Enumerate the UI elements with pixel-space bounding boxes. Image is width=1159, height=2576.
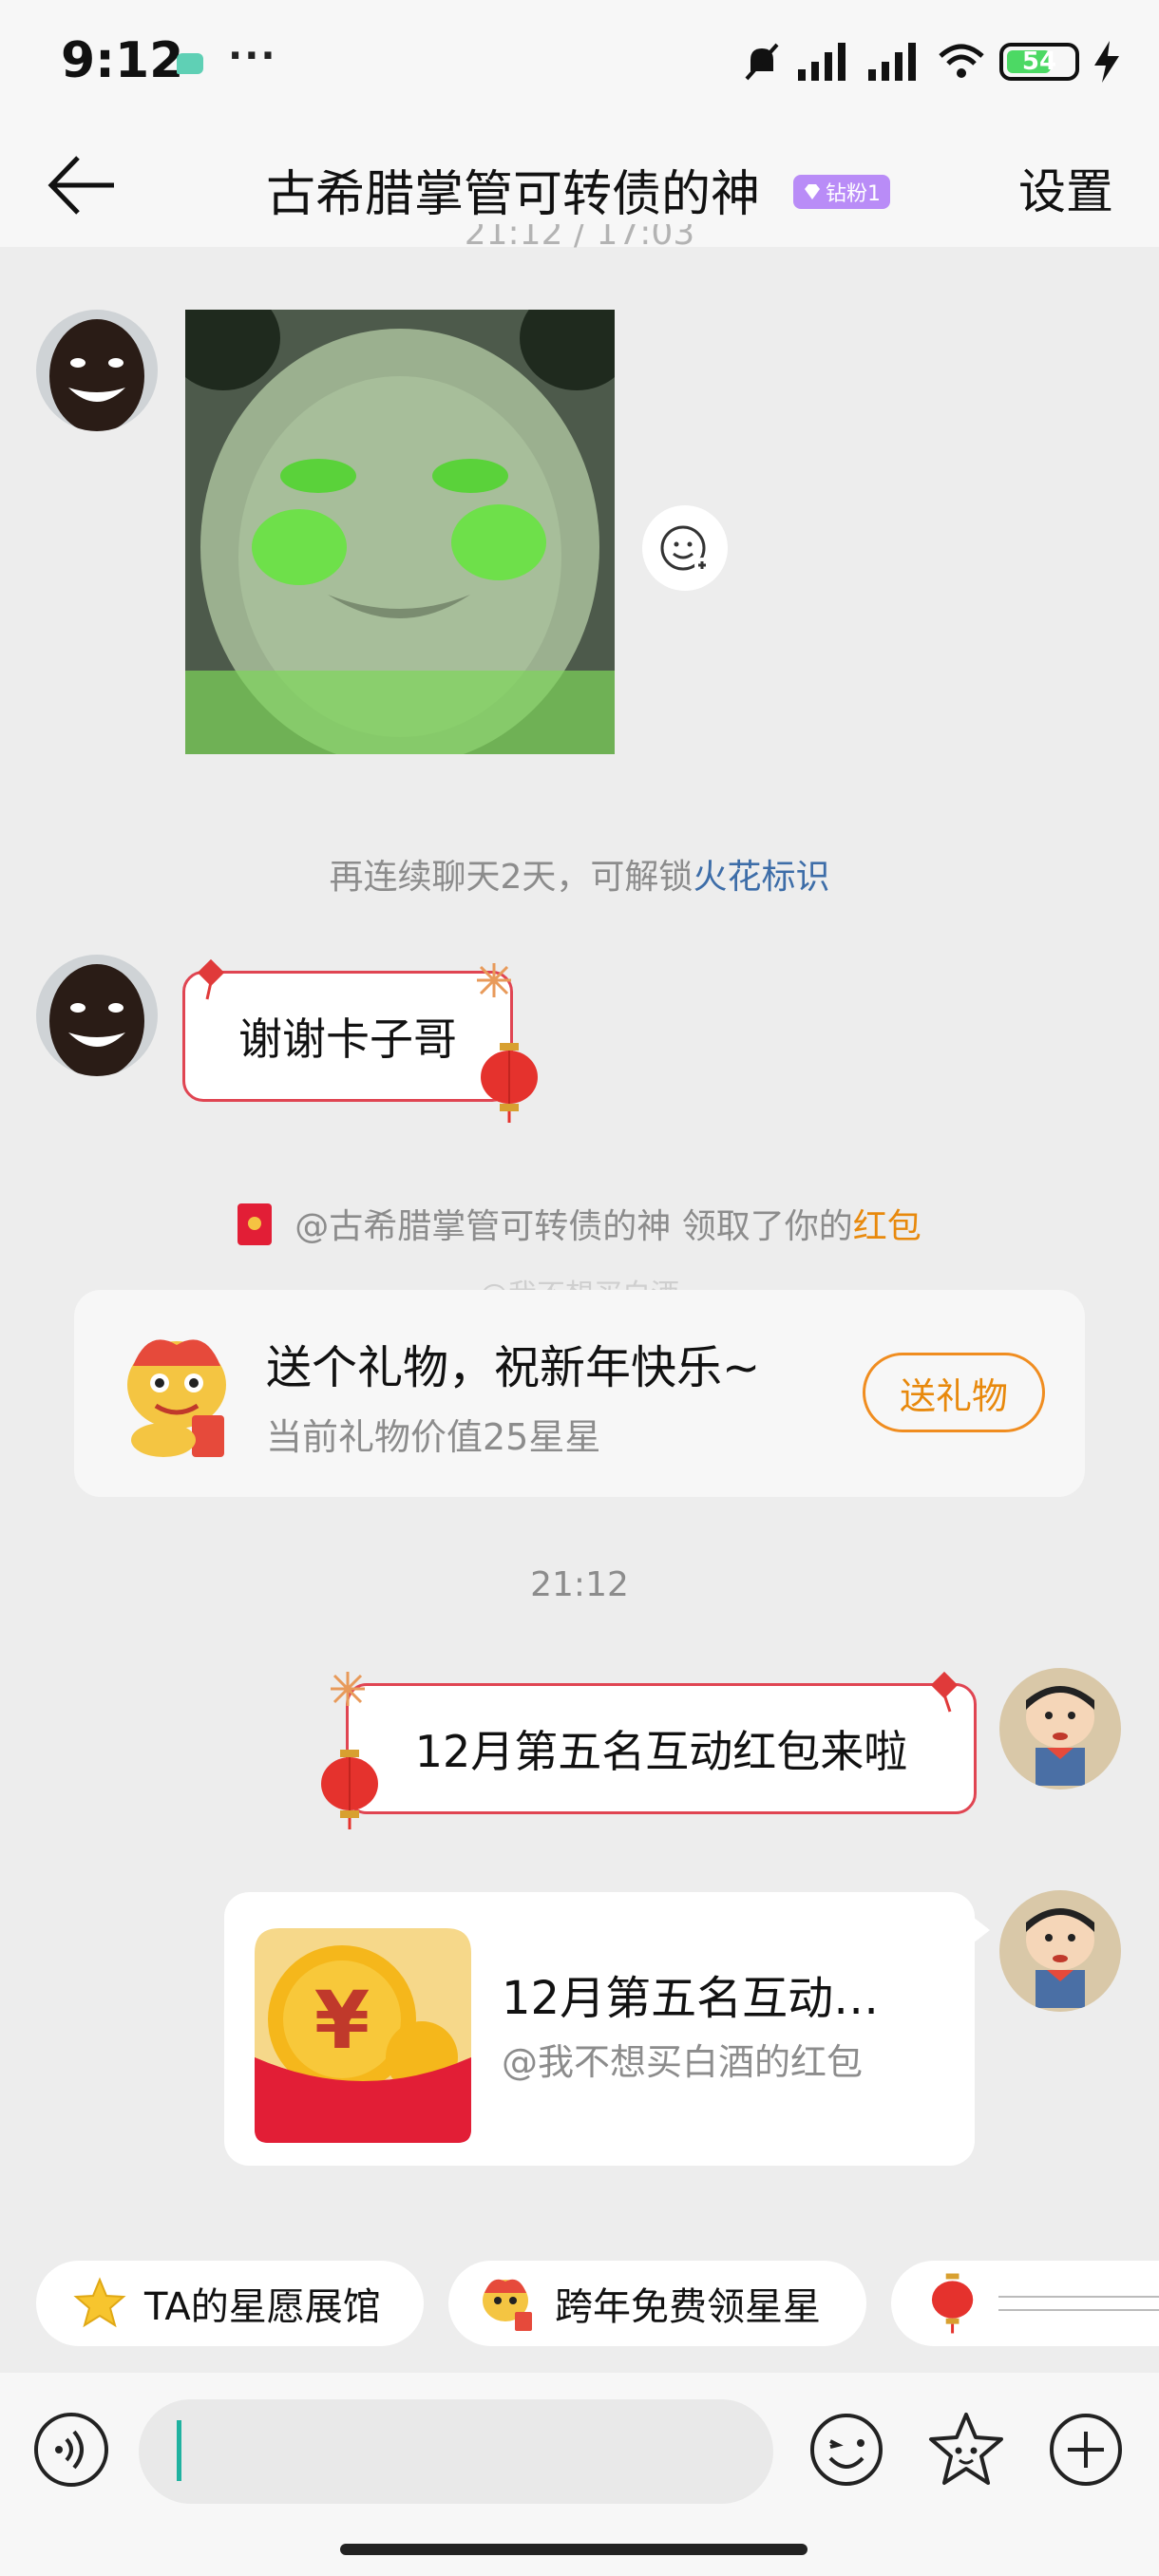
battery-level: 54 [1021,47,1057,76]
signal-icon-2 [868,43,916,81]
message-text: 谢谢卡子哥 [238,1013,457,1065]
red-envelope-icon: ¥ [255,1928,471,2143]
smiling-face-avatar-icon [36,310,158,431]
fan-badge-label: 钻粉1 [826,182,881,206]
message-input[interactable] [139,2399,773,2504]
cartoon-boy-avatar-icon [999,1890,1121,2012]
cut-timestamp: 21:12 / 17:03 [464,224,695,253]
red-packet-icon [238,1203,273,1245]
sticker-star-button[interactable] [925,2409,1007,2491]
emoji-button[interactable] [806,2409,887,2491]
svg-text:¥: ¥ [314,1974,370,2067]
page-title: 古希腊掌管可转债的神 [266,166,761,223]
message-text: 12月第五名互动红包来啦 [414,1726,908,1777]
chip-label: TA的星愿展馆 [144,2285,381,2329]
chip-free-stars[interactable]: 跨年免费领星星 [448,2261,866,2346]
red-packet-sender: @我不想买白酒的红包 [502,2041,864,2083]
redpacket-notice: @古希腊掌管可转债的神 领取了你的红包 [0,1199,1159,1249]
chinese-knot-icon [197,958,225,1000]
lantern-icon [481,1043,538,1123]
lion-dance-icon [483,2279,532,2331]
my-avatar[interactable] [999,1668,1121,1790]
outgoing-message-bubble[interactable]: 12月第五名互动红包来啦 [346,1683,977,1814]
status-bar: 9:12 ··· 54 [0,0,1159,123]
wifi-icon [939,44,984,78]
add-more-button[interactable] [1045,2409,1127,2491]
chat-notification-icon [177,53,203,74]
red-packet-card[interactable]: ¥ 12月第五名互动… @我不想买白酒的红包 [224,1892,990,2166]
smile-add-icon [660,525,710,573]
cartoon-boy-avatar-icon [999,1668,1121,1790]
lantern-icon [931,2273,974,2334]
message-timestamp: 21:12 [530,1565,629,1604]
mute-bell-icon [745,43,779,81]
red-packet-title: 12月第五名互动… [502,1972,880,2025]
my-avatar[interactable] [999,1890,1121,2012]
fan-level-badge: 钻粉1 [793,175,890,209]
spark-hint-text: 再连续聊天2天，可解锁 [329,858,694,897]
more-notifications-icon: ··· [228,34,277,78]
battery-icon: 54 [999,43,1079,81]
panda-sticker-image[interactable] [185,310,615,754]
firework-icon [331,1672,365,1706]
gift-value: 当前礼物价值25星星 [266,1416,601,1458]
voice-icon [55,2430,84,2470]
spark-hint: 再连续聊天2天，可解锁火花标识 [0,849,1159,899]
spark-hint-link[interactable]: 火花标识 [693,858,829,897]
smiling-face-avatar-icon [36,955,158,1076]
lion-dance-icon [127,1339,226,1457]
contact-avatar[interactable] [36,955,158,1076]
send-gift-button[interactable]: 送礼物 [863,1353,1045,1432]
signal-icon [798,43,846,81]
lantern-icon [321,1750,378,1829]
star-icon [73,2277,126,2328]
redpacket-notice-text: @古希腊掌管可转债的神 领取了你的 [294,1207,853,1246]
contact-avatar[interactable] [36,310,158,431]
chinese-knot-icon [930,1671,959,1713]
home-indicator[interactable] [340,2544,808,2555]
redpacket-notice-link[interactable]: 红包 [853,1207,922,1246]
voice-input-button[interactable] [34,2413,108,2487]
chip-placeholder [998,2296,1159,2311]
firework-icon [477,963,511,997]
chip-lantern[interactable] [891,2261,1159,2346]
gift-title: 送个礼物，祝新年快乐~ [266,1341,761,1394]
status-icons: 54 [741,38,1121,85]
chip-label: 跨年免费领星星 [555,2285,821,2329]
charging-icon [1094,41,1119,83]
gift-suggestion-card: 送个礼物，祝新年快乐~ 当前礼物价值25星星 送礼物 [74,1290,1085,1497]
settings-button[interactable]: 设置 [1018,154,1113,222]
diamond-icon [805,184,820,199]
chip-wish-gallery[interactable]: TA的星愿展馆 [36,2261,424,2346]
back-arrow-icon[interactable] [46,152,120,218]
status-time: 9:12 [61,32,184,89]
text-cursor [177,2420,181,2481]
emoji-react-button[interactable] [642,505,728,591]
